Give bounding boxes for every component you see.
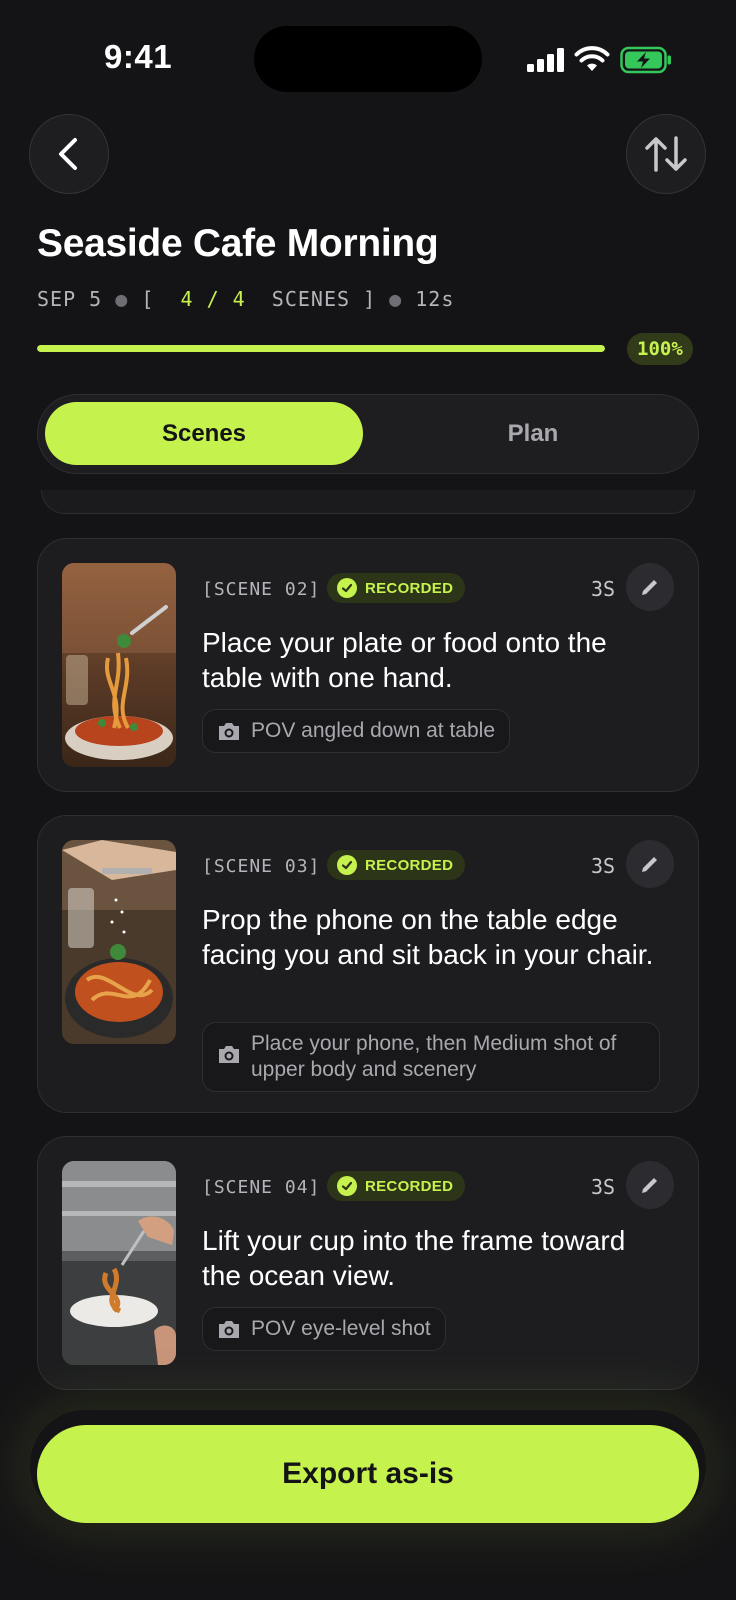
pencil-icon bbox=[642, 857, 657, 872]
scene-card[interactable]: [SCENE 03] RECORDED 3S Prop the phone on… bbox=[37, 815, 699, 1113]
chevron-left-icon bbox=[59, 138, 77, 170]
dynamic-island bbox=[254, 26, 482, 92]
progress-fill bbox=[37, 345, 605, 352]
wifi-icon bbox=[574, 46, 610, 71]
shot-type-chip: POV eye-level shot bbox=[202, 1307, 446, 1351]
check-circle-icon bbox=[337, 1176, 357, 1196]
page-title: Seaside Cafe Morning bbox=[37, 222, 439, 265]
scene-thumbnail bbox=[62, 840, 176, 1044]
battery-charging-icon bbox=[620, 46, 671, 74]
tab-scenes[interactable]: Scenes bbox=[45, 402, 363, 465]
scene-duration: 3S bbox=[591, 577, 616, 601]
back-button[interactable] bbox=[29, 114, 109, 194]
recorded-label: RECORDED bbox=[365, 856, 454, 874]
camera-icon bbox=[219, 1321, 239, 1338]
scene-instruction: Lift your cup into the frame toward the … bbox=[202, 1225, 626, 1291]
edit-scene-button[interactable] bbox=[626, 1161, 674, 1209]
check-circle-icon bbox=[337, 578, 357, 598]
scene-thumbnail bbox=[62, 563, 176, 767]
shot-description: POV eye-level shot bbox=[251, 1317, 431, 1340]
scenes-count: 4 / 4 bbox=[180, 287, 246, 311]
view-tabs: Scenes Plan bbox=[37, 394, 699, 474]
scene-duration: 3S bbox=[591, 1175, 616, 1199]
progress-bar bbox=[37, 345, 605, 352]
cellular-signal-icon bbox=[527, 48, 564, 72]
shot-description: Place your phone, then Medium shot of up… bbox=[251, 1032, 617, 1081]
recorded-badge: RECORDED bbox=[327, 573, 466, 603]
scene-card-previous-edge bbox=[41, 490, 695, 514]
recorded-badge: RECORDED bbox=[327, 1171, 466, 1201]
scene-thumbnail bbox=[62, 1161, 176, 1365]
recorded-label: RECORDED bbox=[365, 1177, 454, 1195]
export-button[interactable]: Export as-is bbox=[37, 1425, 699, 1523]
pencil-icon bbox=[642, 580, 657, 595]
status-bar: 9:41 bbox=[0, 0, 736, 110]
pencil-icon bbox=[642, 1178, 657, 1193]
recorded-badge: RECORDED bbox=[327, 850, 466, 880]
camera-icon bbox=[219, 723, 239, 740]
scene-number: [SCENE 04] bbox=[202, 1177, 321, 1198]
status-time: 9:41 bbox=[104, 38, 173, 75]
project-date: SEP 5 bbox=[37, 287, 103, 311]
check-circle-icon bbox=[337, 855, 357, 875]
scene-duration: 3S bbox=[591, 854, 616, 878]
swap-vertical-icon bbox=[645, 136, 687, 172]
scene-number: [SCENE 03] bbox=[202, 856, 321, 877]
scenes-word: SCENES bbox=[271, 287, 351, 311]
camera-icon bbox=[219, 1046, 239, 1063]
edit-scene-button[interactable] bbox=[626, 563, 674, 611]
shot-type-chip: Place your phone, then Medium shot of up… bbox=[202, 1022, 660, 1092]
scene-number: [SCENE 02] bbox=[202, 579, 321, 600]
shot-type-chip: POV angled down at table bbox=[202, 709, 511, 753]
scene-card[interactable]: [SCENE 02] RECORDED 3S Place your plate … bbox=[37, 538, 699, 792]
shot-description: POV angled down at table bbox=[251, 719, 496, 742]
project-duration: 12s bbox=[415, 287, 455, 311]
scene-card[interactable]: [SCENE 04] RECORDED 3S Lift your cup int… bbox=[37, 1136, 699, 1390]
progress-percent-badge: 100% bbox=[627, 333, 693, 365]
recorded-label: RECORDED bbox=[365, 579, 454, 597]
tab-plan[interactable]: Plan bbox=[374, 402, 692, 465]
scene-instruction: Place your plate or food onto the table … bbox=[202, 627, 607, 693]
scene-instruction: Prop the phone on the table edge facing … bbox=[202, 904, 654, 970]
edit-scene-button[interactable] bbox=[626, 840, 674, 888]
reorder-button[interactable] bbox=[626, 114, 706, 194]
project-meta: SEP 5 ● [ 4 / 4 SCENES ] ● 12s bbox=[37, 287, 455, 311]
